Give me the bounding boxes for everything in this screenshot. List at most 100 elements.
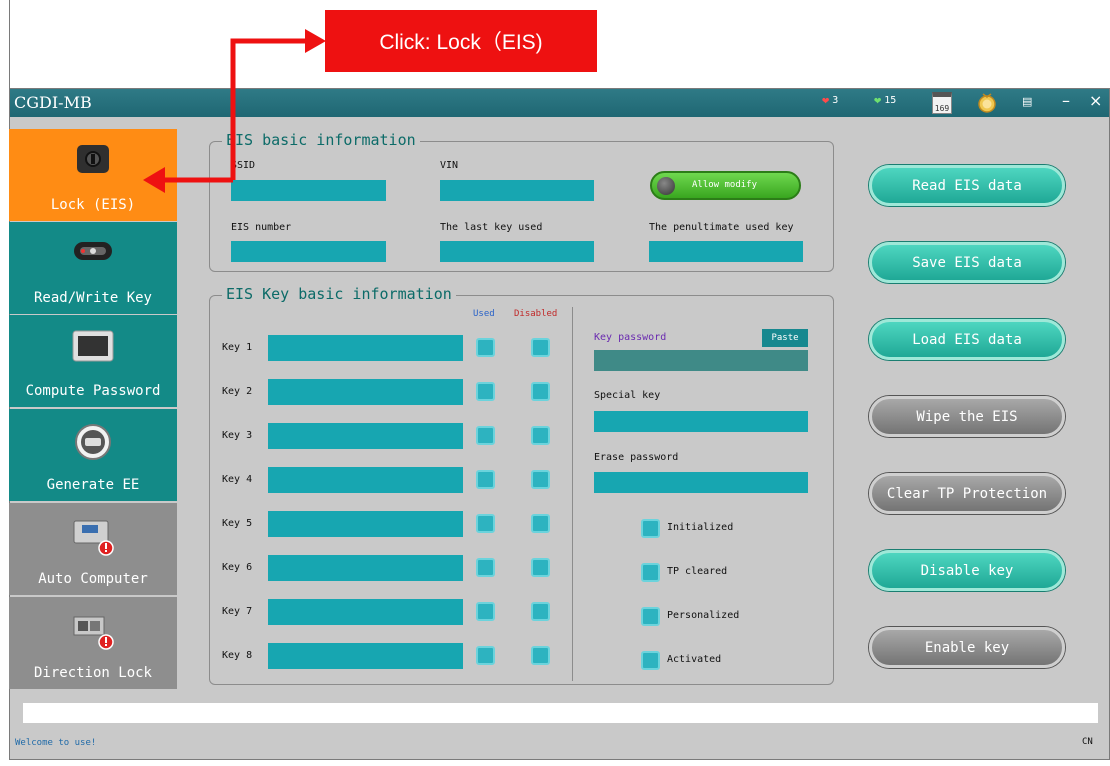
- key-label: Key 4: [222, 474, 253, 485]
- steering-lock-icon: [73, 616, 114, 650]
- tp-cleared-checkbox[interactable]: [641, 563, 660, 582]
- green-count: 15: [884, 94, 897, 106]
- progress-bar: [23, 703, 1098, 723]
- clear-tp-protection-button[interactable]: Clear TP Protection: [869, 473, 1065, 514]
- disabled-checkbox[interactable]: [531, 514, 550, 533]
- calendar-icon[interactable]: 169: [932, 92, 952, 114]
- disabled-header: Disabled: [514, 309, 558, 319]
- eis-basic-info-legend: EIS basic information: [222, 131, 420, 149]
- key-field[interactable]: [268, 423, 463, 449]
- disabled-checkbox[interactable]: [531, 470, 550, 489]
- sidebar-item-lock-eis[interactable]: Lock (EIS): [9, 129, 177, 221]
- special-key-field[interactable]: [594, 411, 808, 432]
- chip-icon: [75, 424, 111, 460]
- key-field[interactable]: [268, 555, 463, 581]
- key-label: Key 7: [222, 606, 253, 617]
- eis-key-info-legend: EIS Key basic information: [222, 285, 456, 303]
- key-field[interactable]: [268, 467, 463, 493]
- language-indicator[interactable]: CN: [1082, 737, 1093, 747]
- menu-icon[interactable]: ▤: [1022, 95, 1032, 108]
- activated-checkbox[interactable]: [641, 651, 660, 670]
- enable-key-button[interactable]: Enable key: [869, 627, 1065, 668]
- erase-password-field[interactable]: [594, 472, 808, 493]
- sidebar-item-read-write-key[interactable]: Read/Write Key: [9, 222, 177, 314]
- frame-edge: [9, 0, 10, 90]
- calendar-day: 169: [934, 104, 950, 113]
- last-key-label: The last key used: [440, 222, 543, 233]
- save-eis-data-button[interactable]: Save EIS data: [869, 242, 1065, 283]
- keypad-icon: [72, 330, 114, 362]
- key-label: Key 1: [222, 342, 253, 353]
- key-label: Key 5: [222, 518, 253, 529]
- sidebar-item-label: Compute Password: [25, 383, 161, 399]
- eis-number-field[interactable]: [231, 241, 386, 262]
- key-password-label: Key password: [594, 332, 667, 343]
- callout-arrow-head: [305, 29, 326, 53]
- toggle-knob-icon: [657, 177, 675, 195]
- instruction-text: Click: Lock（EIS): [379, 31, 543, 54]
- sidebar-item-generate-ee[interactable]: Generate EE: [9, 409, 177, 501]
- used-checkbox[interactable]: [476, 646, 495, 665]
- used-checkbox[interactable]: [476, 470, 495, 489]
- key-label: Key 2: [222, 386, 253, 397]
- activated-label: Activated: [667, 654, 722, 665]
- disabled-checkbox[interactable]: [531, 558, 550, 577]
- disabled-checkbox[interactable]: [531, 338, 550, 357]
- sidebar-item-auto-computer[interactable]: Auto Computer: [9, 503, 177, 595]
- initialized-label: Initialized: [667, 522, 734, 533]
- special-key-label: Special key: [594, 390, 661, 401]
- initialized-checkbox[interactable]: [641, 519, 660, 538]
- allow-modify-label: Allow modify: [692, 180, 758, 190]
- used-header: Used: [473, 309, 495, 319]
- ssid-field[interactable]: [231, 180, 386, 201]
- personalized-label: Personalized: [667, 610, 740, 621]
- eis-lock-icon: [77, 145, 109, 173]
- used-checkbox[interactable]: [476, 382, 495, 401]
- key-password-field[interactable]: [594, 350, 808, 371]
- read-eis-data-button[interactable]: Read EIS data: [869, 165, 1065, 206]
- ecu-icon: [73, 520, 114, 556]
- key-field[interactable]: [268, 643, 463, 669]
- sidebar-item-label: Read/Write Key: [33, 290, 152, 306]
- tp-cleared-label: TP cleared: [667, 566, 728, 577]
- disabled-checkbox[interactable]: [531, 382, 550, 401]
- key-field[interactable]: [268, 599, 463, 625]
- minimize-button[interactable]: –: [1062, 91, 1070, 110]
- paste-button[interactable]: Paste: [762, 329, 808, 347]
- disabled-checkbox[interactable]: [531, 426, 550, 445]
- status-message: Welcome to use!: [15, 738, 97, 748]
- ssid-label: SSID: [231, 160, 256, 171]
- column-divider: [572, 307, 573, 681]
- used-checkbox[interactable]: [476, 602, 495, 621]
- vin-field[interactable]: [440, 180, 594, 201]
- key-label: Key 6: [222, 562, 253, 573]
- erase-password-label: Erase password: [594, 452, 679, 463]
- key-field[interactable]: [268, 379, 463, 405]
- used-checkbox[interactable]: [476, 338, 495, 357]
- red-heart-counter: ❤ 3: [822, 94, 838, 106]
- green-heart-icon: ❤: [874, 93, 882, 107]
- key-field[interactable]: [268, 335, 463, 361]
- last-key-field[interactable]: [440, 241, 594, 262]
- disable-key-button[interactable]: Disable key: [869, 550, 1065, 591]
- wipe-eis-button[interactable]: Wipe the EIS: [869, 396, 1065, 437]
- used-checkbox[interactable]: [476, 558, 495, 577]
- sidebar-item-label: Generate EE: [46, 477, 140, 493]
- key-field[interactable]: [268, 511, 463, 537]
- personalized-checkbox[interactable]: [641, 607, 660, 626]
- key-label: Key 8: [222, 650, 253, 661]
- penultimate-key-field[interactable]: [649, 241, 803, 262]
- sidebar-item-compute-password[interactable]: Compute Password: [9, 315, 177, 407]
- used-checkbox[interactable]: [476, 426, 495, 445]
- green-heart-counter: ❤ 15: [874, 94, 896, 106]
- medal-icon[interactable]: [976, 92, 998, 114]
- disabled-checkbox[interactable]: [531, 646, 550, 665]
- disabled-checkbox[interactable]: [531, 602, 550, 621]
- penultimate-key-label: The penultimate used key: [649, 222, 794, 233]
- used-checkbox[interactable]: [476, 514, 495, 533]
- app-title: CGDI-MB: [14, 93, 92, 112]
- close-button[interactable]: ×: [1089, 91, 1102, 110]
- sidebar-item-direction-lock[interactable]: Direction Lock: [9, 597, 177, 689]
- load-eis-data-button[interactable]: Load EIS data: [869, 319, 1065, 360]
- allow-modify-toggle[interactable]: Allow modify: [650, 171, 801, 200]
